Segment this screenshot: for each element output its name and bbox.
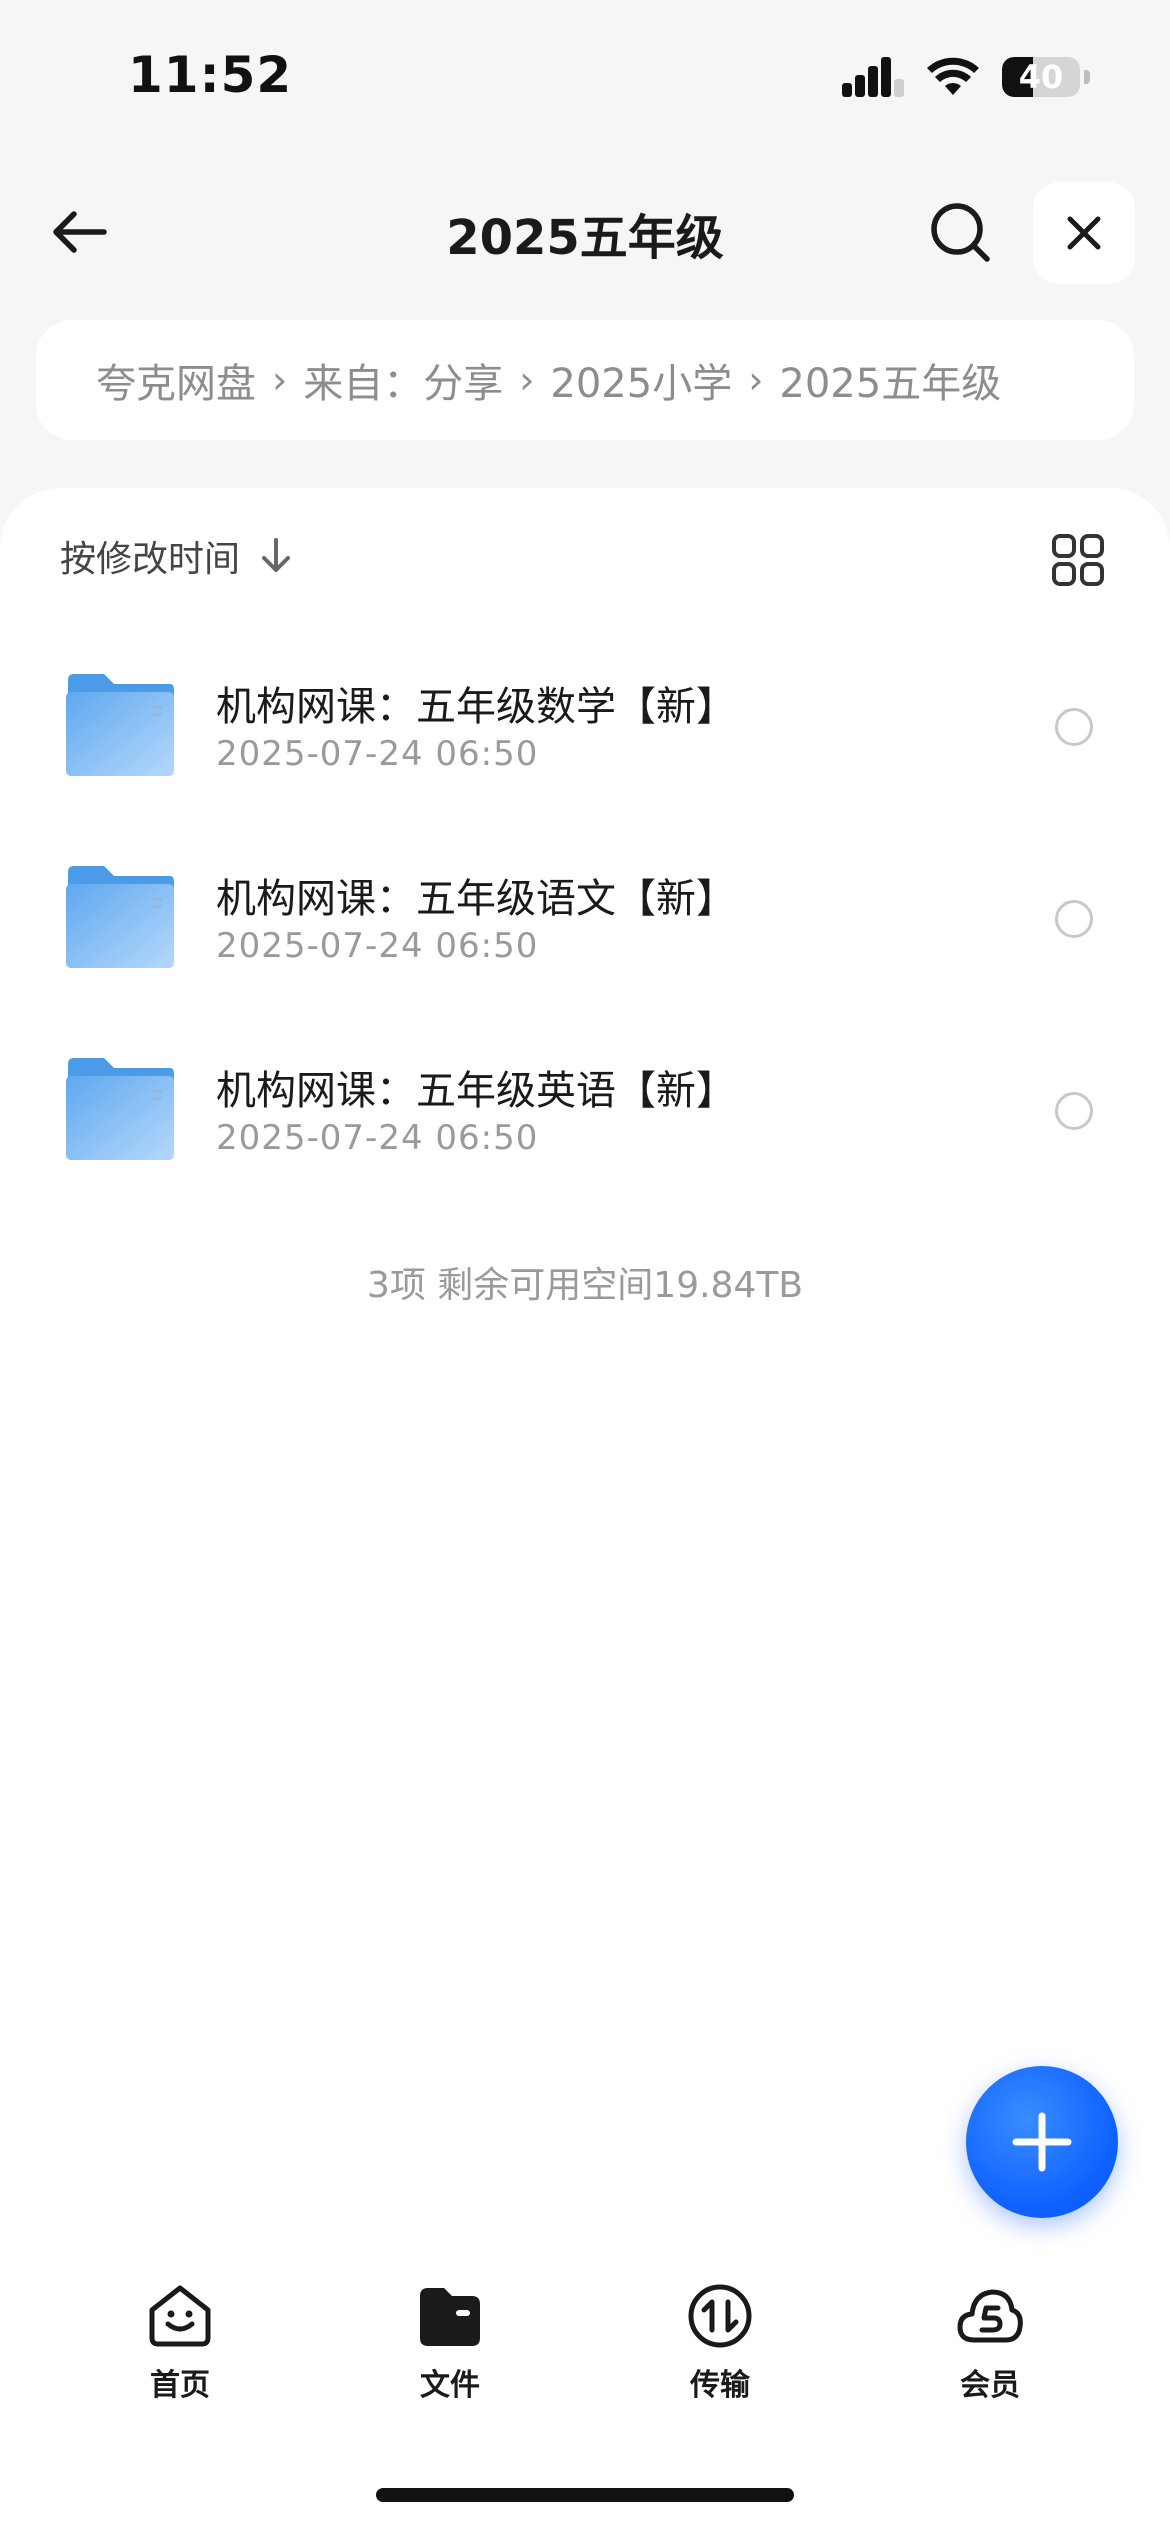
file-name: 机构网课：五年级数学【新】	[216, 684, 736, 730]
tab-label: 文件	[420, 2368, 480, 2403]
cellular-signal-icon	[842, 57, 904, 97]
breadcrumb-item-shared[interactable]: 来自：分享	[303, 351, 503, 409]
file-date: 2025-07-24 06:50	[216, 734, 539, 774]
close-icon	[1067, 216, 1101, 250]
tab-home[interactable]: 首页	[90, 2280, 270, 2430]
status-bar: 11:52 40	[0, 0, 1170, 150]
battery-level: 40	[1018, 58, 1064, 96]
select-radio[interactable]	[1055, 900, 1093, 938]
file-name: 机构网课：五年级语文【新】	[216, 876, 736, 922]
list-item[interactable]: 机构网课：五年级数学【新】 2025-07-24 06:50	[0, 650, 1170, 810]
tab-label: 会员	[960, 2368, 1020, 2403]
folder-icon	[66, 674, 174, 776]
battery-icon: 40	[1002, 57, 1080, 97]
arrow-down-icon	[262, 538, 291, 572]
tab-files[interactable]: 文件	[360, 2280, 540, 2430]
tab-transfer[interactable]: 传输	[630, 2280, 810, 2430]
tab-label: 传输	[690, 2368, 750, 2403]
select-radio[interactable]	[1055, 708, 1093, 746]
folder-icon	[66, 1058, 174, 1160]
home-smile-icon	[149, 2285, 211, 2347]
breadcrumb-separator: ›	[272, 358, 288, 402]
file-name: 机构网课：五年级英语【新】	[216, 1068, 736, 1114]
status-icons: 40	[842, 52, 1090, 102]
search-button[interactable]	[920, 192, 1000, 272]
breadcrumb-item-current[interactable]: 2025五年级	[779, 351, 1001, 409]
close-button[interactable]	[1033, 182, 1135, 284]
breadcrumb-item-primary[interactable]: 2025小学	[550, 351, 732, 409]
file-date: 2025-07-24 06:50	[216, 926, 539, 966]
search-icon	[931, 203, 990, 262]
select-radio[interactable]	[1055, 1092, 1093, 1130]
wifi-icon	[927, 57, 979, 95]
storage-summary: 3项 剩余可用空间19.84TB	[366, 1265, 804, 1306]
grid-view-button[interactable]	[1050, 532, 1106, 588]
file-date: 2025-07-24 06:50	[216, 1118, 539, 1158]
status-time: 11:52	[128, 46, 293, 104]
list-item[interactable]: 机构网课：五年级英语【新】 2025-07-24 06:50	[0, 1034, 1170, 1194]
tab-label: 首页	[150, 2368, 210, 2403]
breadcrumb-separator: ›	[748, 358, 764, 402]
file-list-panel: 按修改时间 机构网课：五年级数学【新】 2025-07-24 06:50 机构网…	[0, 488, 1170, 2532]
plus-icon	[1012, 2112, 1072, 2172]
home-indicator[interactable]	[376, 2488, 794, 2502]
add-button[interactable]	[966, 2066, 1118, 2218]
tab-vip[interactable]: 会员	[900, 2280, 1080, 2430]
grid-view-icon	[1052, 534, 1104, 586]
breadcrumb-item-root[interactable]: 夸克网盘	[96, 351, 256, 409]
sort-control[interactable]: 按修改时间	[60, 530, 294, 582]
list-item[interactable]: 机构网课：五年级语文【新】 2025-07-24 06:50	[0, 842, 1170, 1002]
folder-icon	[420, 2288, 480, 2346]
cloud-vip-icon	[957, 2289, 1023, 2343]
breadcrumb: 夸克网盘 › 来自：分享 › 2025小学 › 2025五年级	[36, 320, 1134, 440]
breadcrumb-separator: ›	[519, 358, 535, 402]
folder-icon	[66, 866, 174, 968]
nav-header: 2025五年级	[0, 170, 1170, 290]
file-browser-screen: 11:52 40 2025五年级 夸克网盘 › 来自：分享 › 2025小学 ›…	[0, 0, 1170, 2532]
bottom-tab-bar: 首页 文件 传输 会员	[0, 2280, 1170, 2440]
battery-tip	[1084, 70, 1090, 84]
transfer-icon	[688, 2284, 752, 2348]
sort-label: 按修改时间	[60, 539, 241, 580]
